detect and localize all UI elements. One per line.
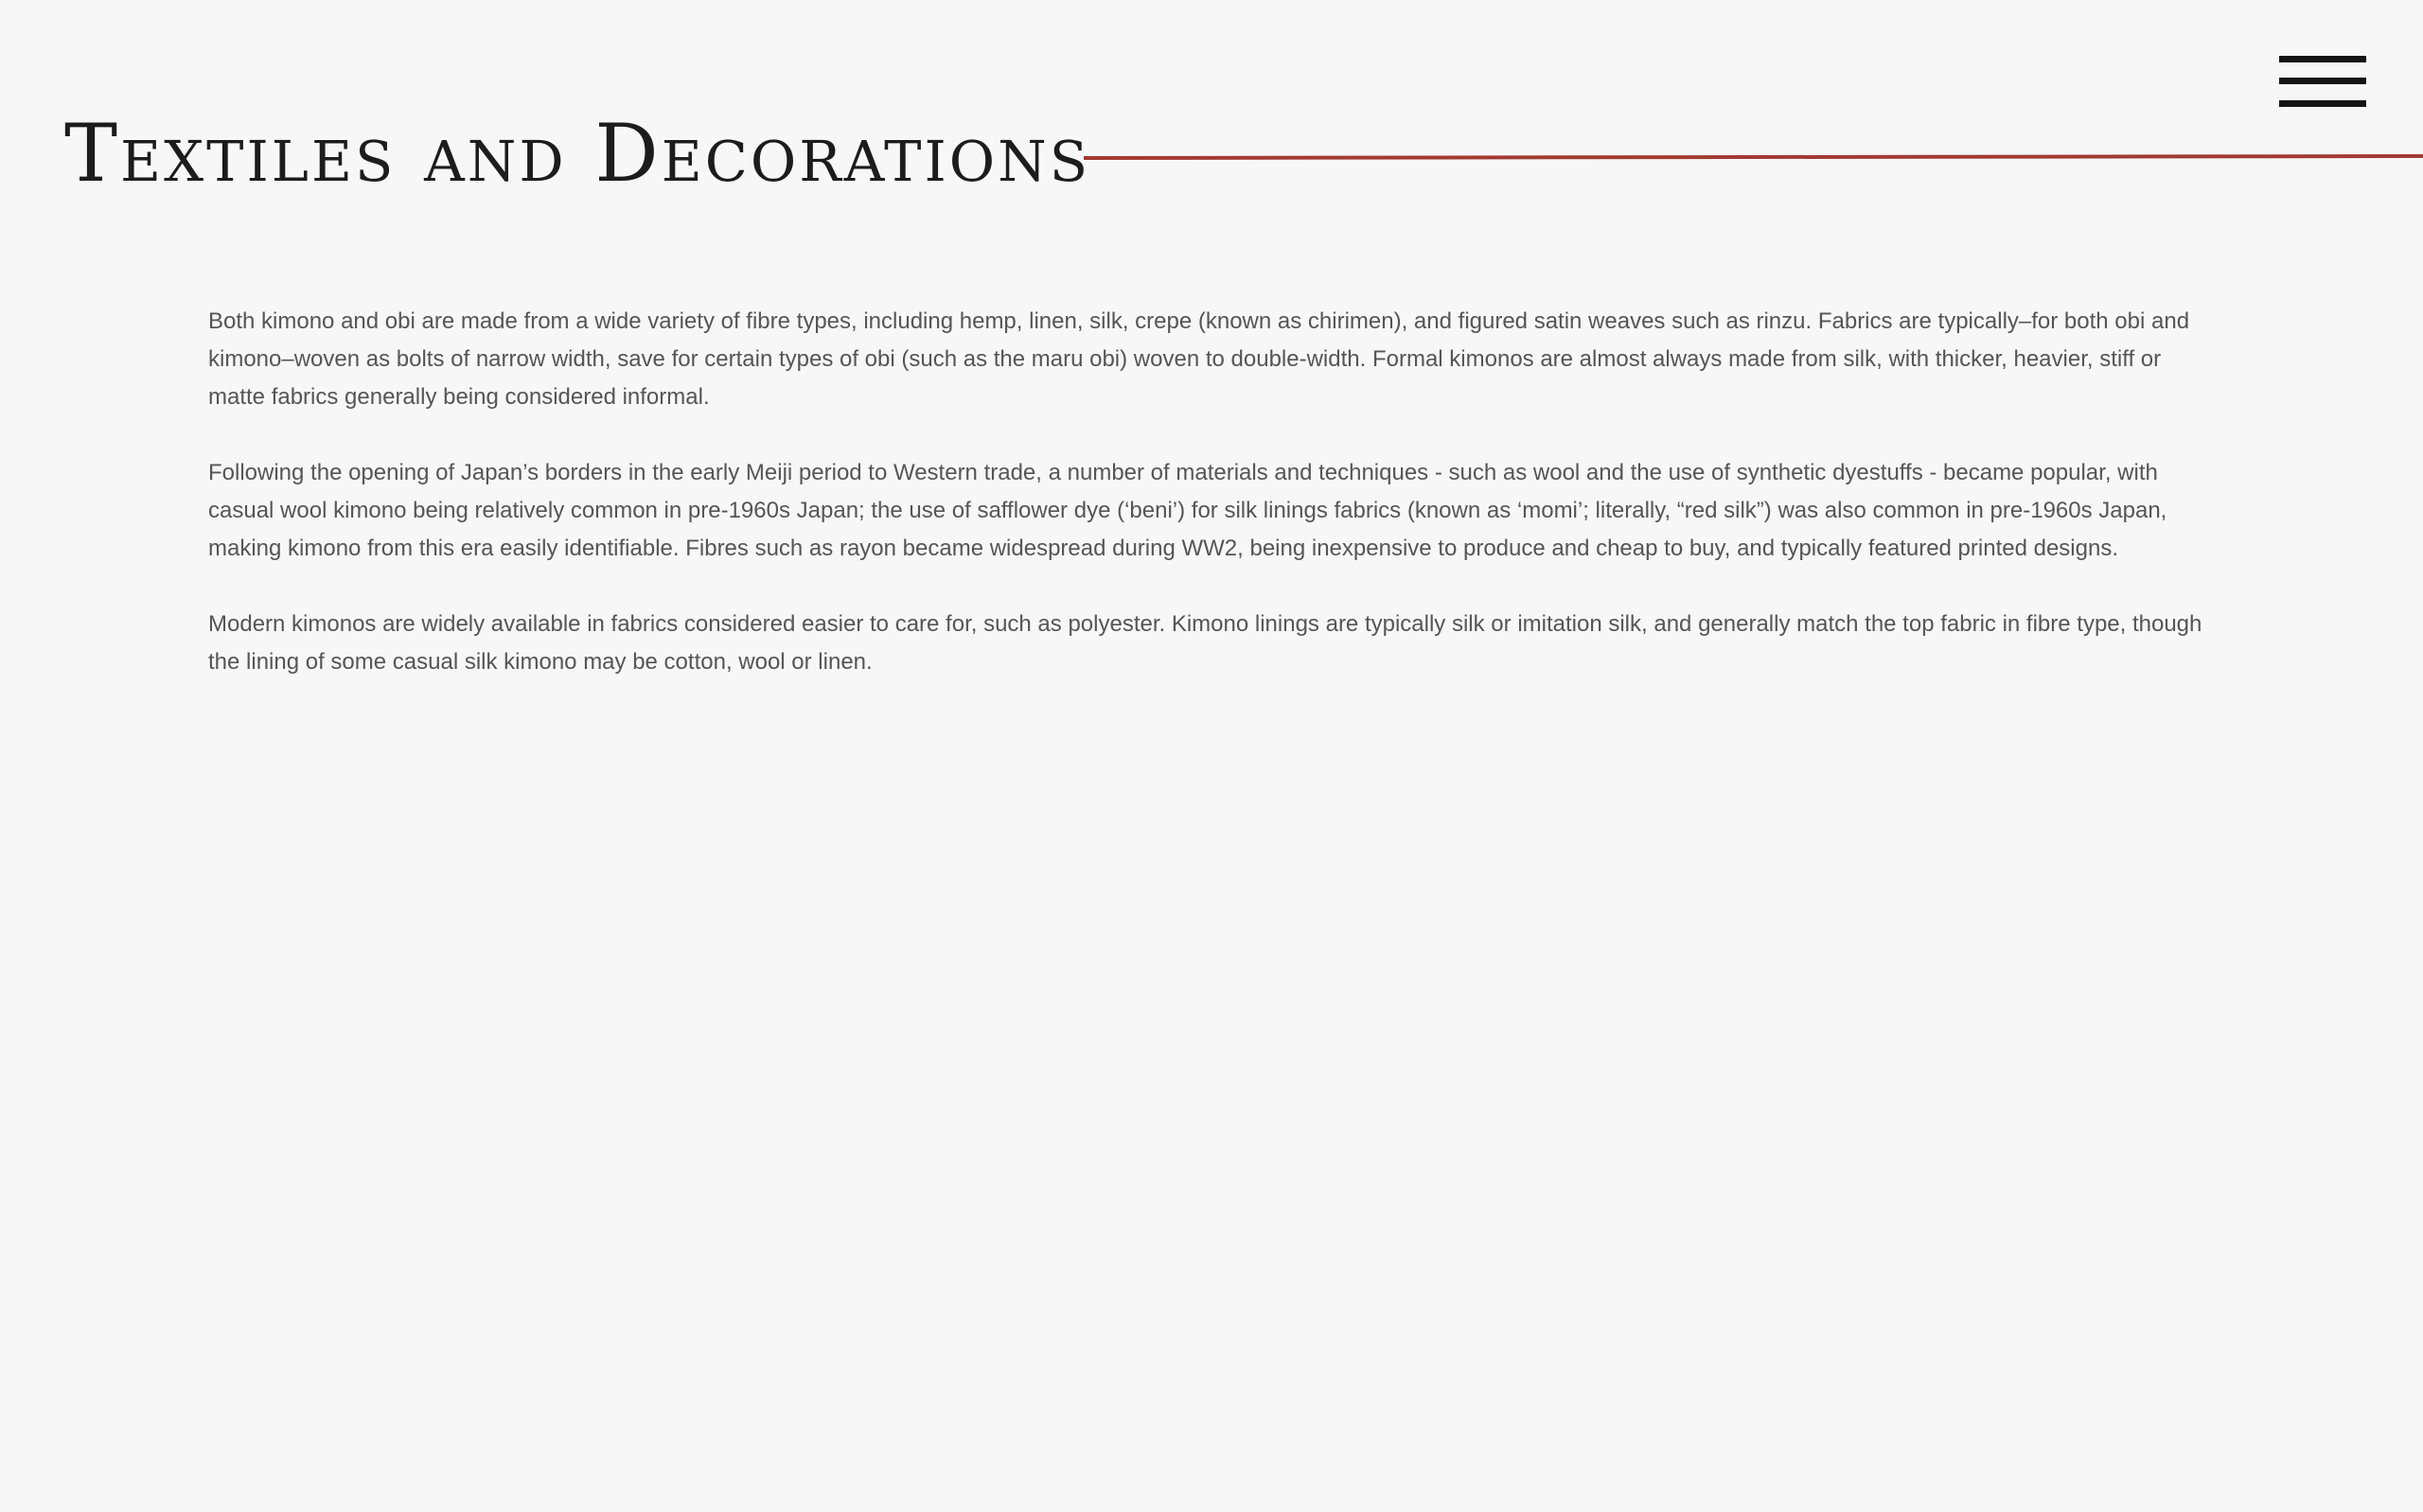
- menu-bar-middle: [2279, 78, 2366, 84]
- menu-bar-bottom: [2279, 100, 2366, 107]
- article-body: Both kimono and obi are made from a wide…: [208, 303, 2215, 719]
- menu-bar-top: [2279, 56, 2366, 62]
- hamburger-menu-icon[interactable]: [2279, 56, 2366, 107]
- title-divider-line: [1083, 154, 2423, 160]
- page-title: Textiles and Decorations: [64, 107, 1091, 200]
- paragraph-modern-kimonos: Modern kimonos are widely available in f…: [208, 611, 2202, 675]
- paragraph-meiji-period: Following the opening of Japan’s borders…: [208, 460, 2167, 561]
- paragraph-fibre-types: Both kimono and obi are made from a wide…: [208, 308, 2190, 410]
